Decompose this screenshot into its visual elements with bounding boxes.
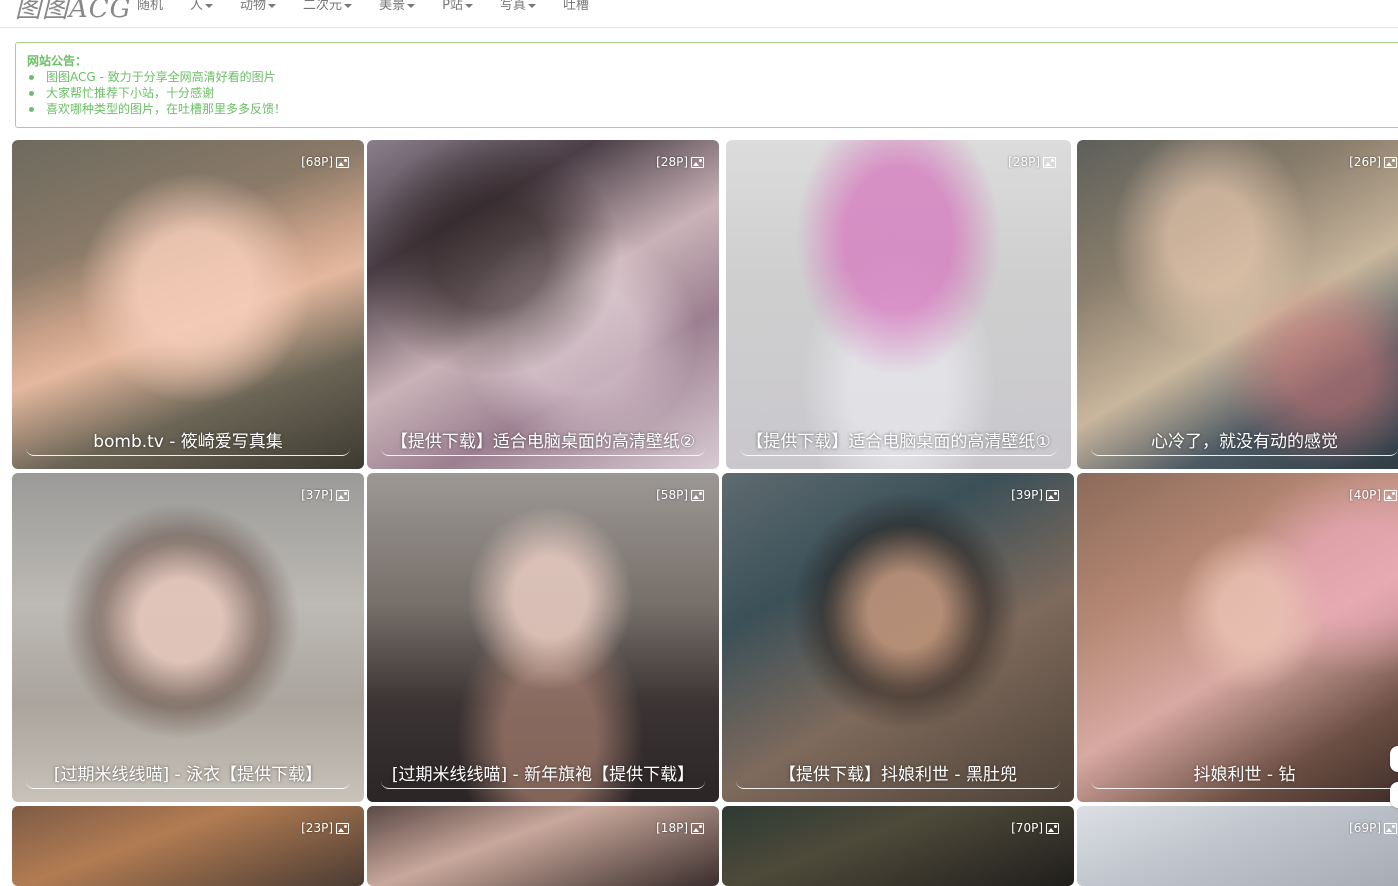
nav-item-animals[interactable]: 动物 (240, 0, 277, 13)
image-icon (1384, 822, 1397, 834)
announcement-title: 网站公告： (27, 54, 88, 68)
photo-count: [39P] (1011, 488, 1059, 502)
gallery-card[interactable]: [70P] (722, 806, 1074, 886)
image-icon (1043, 156, 1056, 168)
chevron-down-icon (344, 3, 353, 8)
image-icon (1046, 822, 1059, 834)
nav-label: 美景 (379, 0, 406, 13)
nav-item-anime[interactable]: 二次元 (303, 0, 353, 13)
thumbnail-image (12, 473, 364, 802)
nav-label: 二次元 (303, 0, 343, 13)
nav-label: 吐槽 (562, 0, 589, 13)
site-announcement: 网站公告： 图图ACG - 致力于分享全网高清好看的图片 大家帮忙推荐下小站，十… (15, 42, 1398, 128)
image-icon (1046, 489, 1059, 501)
image-icon (336, 156, 349, 168)
announcement-item: 喜欢哪种类型的图片，在吐槽那里多多反馈！ (27, 101, 1398, 117)
image-icon (1384, 489, 1397, 501)
image-icon (691, 822, 704, 834)
card-title: 【提供下载】适合电脑桌面的高清壁纸② (381, 431, 705, 456)
card-title: [过期米线线喵] - 泳衣【提供下载】 (26, 764, 350, 789)
gallery-card[interactable]: [40P] 抖娘利世 - 钻 (1077, 473, 1398, 802)
gallery-card[interactable]: [28P] 【提供下载】适合电脑桌面的高清壁纸② (367, 140, 719, 469)
gallery-card[interactable]: [18P] (367, 806, 719, 886)
photo-count: [70P] (1011, 821, 1059, 835)
image-icon (691, 156, 704, 168)
photo-count: [18P] (656, 821, 704, 835)
thumbnail-image (12, 140, 364, 469)
photo-count: [69P] (1349, 821, 1397, 835)
photo-count: [68P] (301, 155, 349, 169)
nav-label: 写真 (499, 0, 526, 13)
image-icon (336, 822, 349, 834)
thumbnail-image (1077, 473, 1398, 802)
chevron-down-icon (407, 3, 416, 8)
chevron-down-icon (527, 3, 536, 8)
card-title: 【提供下载】抖娘利世 - 黑肚兜 (736, 764, 1060, 789)
main-nav: 随机 人 动物 二次元 美景 P站 写真 吐槽 (137, 0, 616, 13)
scroll-to-top-handle[interactable] (1390, 746, 1398, 772)
thumbnail-image (367, 140, 719, 469)
image-icon (336, 489, 349, 501)
nav-item-feedback[interactable]: 吐槽 (563, 0, 589, 13)
chevron-down-icon (268, 3, 277, 8)
nav-label: 随机 (137, 0, 164, 13)
photo-count: [23P] (301, 821, 349, 835)
card-title: 心冷了，就没有动的感觉 (1091, 431, 1398, 456)
announcement-item: 大家帮忙推荐下小站，十分感谢 (27, 85, 1398, 101)
nav-label: 人 (190, 0, 204, 13)
photo-count: [37P] (301, 488, 349, 502)
gallery-card[interactable]: [68P] bomb.tv - 筱崎爱写真集 (12, 140, 364, 469)
card-title: 【提供下载】适合电脑桌面的高清壁纸① (740, 431, 1057, 456)
site-logo[interactable]: 图图ACG (15, 0, 131, 25)
gallery-card[interactable]: [26P] 心冷了，就没有动的感觉 (1077, 140, 1398, 469)
side-float-handle[interactable] (1390, 782, 1398, 808)
chevron-down-icon (464, 3, 473, 8)
photo-count: [26P] (1349, 155, 1397, 169)
card-title: [过期米线线喵] - 新年旗袍【提供下载】 (381, 764, 705, 789)
photo-count: [40P] (1349, 488, 1397, 502)
chevron-down-icon (205, 3, 214, 8)
gallery-card[interactable]: [58P] [过期米线线喵] - 新年旗袍【提供下载】 (367, 473, 719, 802)
gallery-card[interactable]: [23P] (12, 806, 364, 886)
top-navbar: 图图ACG 随机 人 动物 二次元 美景 P站 写真 吐槽 (0, 0, 1398, 28)
image-icon (1384, 156, 1397, 168)
photo-count: [28P] (1008, 155, 1056, 169)
card-title: bomb.tv - 筱崎爱写真集 (26, 431, 350, 456)
nav-label: 动物 (240, 0, 267, 13)
nav-label: P站 (442, 0, 463, 13)
thumbnail-image (1077, 140, 1398, 469)
image-icon (691, 489, 704, 501)
nav-item-pixiv[interactable]: P站 (442, 0, 473, 13)
announcement-item: 图图ACG - 致力于分享全网高清好看的图片 (27, 69, 1398, 85)
gallery-card[interactable]: [28P] 【提供下载】适合电脑桌面的高清壁纸① (726, 140, 1071, 469)
thumbnail-image (367, 473, 719, 802)
photo-count: [28P] (656, 155, 704, 169)
nav-item-random[interactable]: 随机 (137, 0, 163, 13)
photo-count: [58P] (656, 488, 704, 502)
nav-item-scenery[interactable]: 美景 (379, 0, 416, 13)
gallery-card[interactable]: [39P] 【提供下载】抖娘利世 - 黑肚兜 (722, 473, 1074, 802)
nav-item-people[interactable]: 人 (190, 0, 214, 13)
thumbnail-image (722, 473, 1074, 802)
nav-item-photos[interactable]: 写真 (500, 0, 536, 13)
card-title: 抖娘利世 - 钻 (1091, 764, 1398, 789)
gallery-card[interactable]: [69P] (1077, 806, 1398, 886)
thumbnail-image (726, 140, 1071, 469)
gallery-card[interactable]: [37P] [过期米线线喵] - 泳衣【提供下载】 (12, 473, 364, 802)
announcement-list: 图图ACG - 致力于分享全网高清好看的图片 大家帮忙推荐下小站，十分感谢 喜欢… (27, 69, 1398, 117)
